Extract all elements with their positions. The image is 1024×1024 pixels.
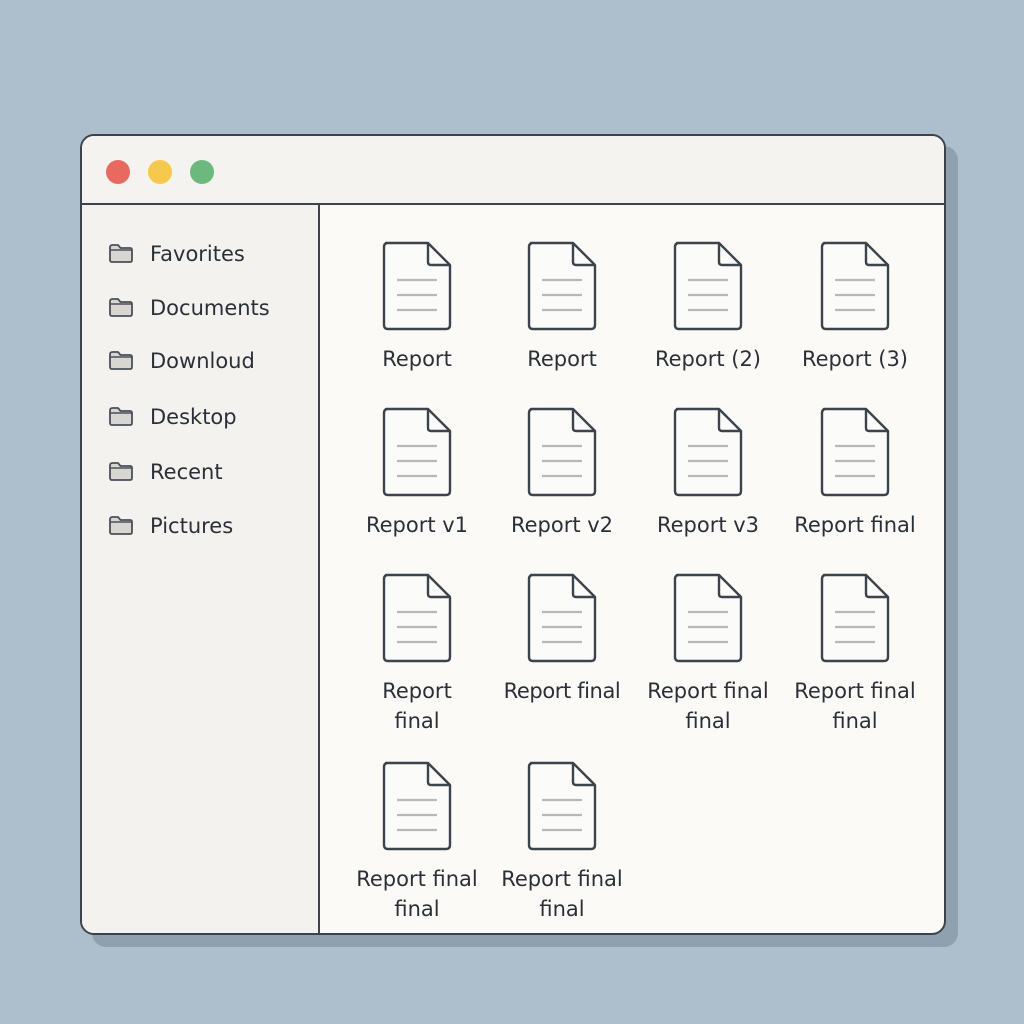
document-icon	[382, 241, 452, 331]
sidebar: Favorites Documents Downloud Desktop Rec…	[82, 205, 320, 933]
document-icon	[673, 407, 743, 497]
file-name: Report (2)	[654, 347, 762, 371]
minimize-button[interactable]	[148, 160, 172, 184]
sidebar-item-label: Documents	[150, 296, 270, 320]
document-icon	[527, 573, 597, 663]
sidebar-item-label: Pictures	[150, 514, 234, 538]
file-name: Report final final	[501, 867, 623, 921]
document-icon	[527, 241, 597, 331]
file-name: Report final	[382, 679, 452, 733]
document-icon	[382, 761, 452, 851]
document-icon	[673, 573, 743, 663]
file-name: Report final final	[356, 867, 478, 921]
folder-icon	[109, 407, 133, 426]
sidebar-item-label: Favorites	[150, 242, 245, 266]
file-name: Report final	[794, 513, 916, 537]
sidebar-item-favorites[interactable]: Favorites	[82, 232, 318, 276]
folder-icon	[109, 298, 133, 317]
sidebar-item-downloud[interactable]: Downloud	[82, 339, 318, 383]
document-icon	[527, 407, 597, 497]
folder-icon	[109, 351, 133, 370]
title-bar	[82, 136, 944, 205]
file-name: Report	[382, 347, 452, 371]
document-icon	[820, 407, 890, 497]
close-button[interactable]	[106, 160, 130, 184]
sidebar-item-label: Desktop	[150, 405, 237, 429]
document-icon	[820, 241, 890, 331]
folder-icon	[109, 244, 133, 263]
file-name: Report final final	[794, 679, 916, 733]
document-icon	[382, 573, 452, 663]
sidebar-item-desktop[interactable]: Desktop	[82, 395, 318, 439]
sidebar-item-pictures[interactable]: Pictures	[82, 504, 318, 548]
document-icon	[820, 573, 890, 663]
file-name: Report	[527, 347, 597, 371]
file-grid: Report Report Report (2) Report (3) Repo…	[320, 205, 944, 933]
document-icon	[527, 761, 597, 851]
document-icon	[382, 407, 452, 497]
sidebar-item-label: Downloud	[150, 349, 255, 373]
folder-icon	[109, 462, 133, 481]
sidebar-item-documents[interactable]: Documents	[82, 286, 318, 330]
file-name: Report final final	[647, 679, 769, 733]
file-name: Report (3)	[801, 347, 909, 371]
document-icon	[673, 241, 743, 331]
file-manager-window: Favorites Documents Downloud Desktop Rec…	[80, 134, 946, 935]
sidebar-item-recent[interactable]: Recent	[82, 450, 318, 494]
zoom-button[interactable]	[190, 160, 214, 184]
file-name: Report final	[503, 679, 621, 703]
file-name: Report v1	[365, 513, 469, 537]
sidebar-item-label: Recent	[150, 460, 223, 484]
file-name: Report v3	[656, 513, 760, 537]
file-name: Report v2	[510, 513, 614, 537]
folder-icon	[109, 516, 133, 535]
